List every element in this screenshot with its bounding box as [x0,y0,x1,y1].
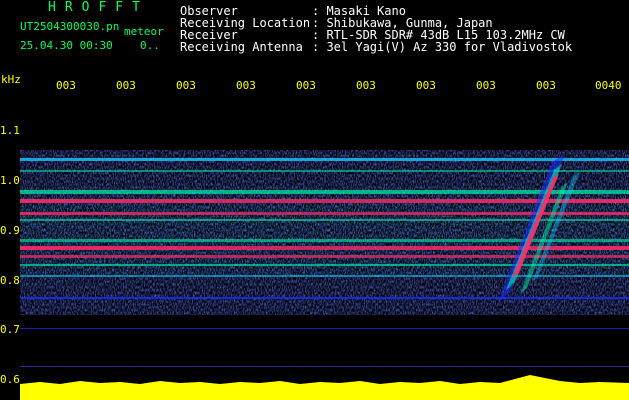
spectrogram-panel [20,150,629,400]
filename-label: UT2504300030.pn [20,20,120,33]
x-tick-label: 003 [116,79,136,92]
mode-label: meteor [124,25,164,38]
y-tick-label: 0.6 [0,373,20,386]
x-tick-label: 003 [296,79,316,92]
x-tick-label: 003 [176,79,196,92]
x-tick-label: 003 [356,79,376,92]
power-bar [20,375,629,400]
x-tick-label: 003 [56,79,76,92]
x-tick-label: 003 [416,79,436,92]
power-baseline-line [20,366,629,367]
datetime-extra-label: 0.. [140,39,160,52]
datetime-label: 25.04.30 00:30 [20,39,113,52]
y-tick-label: 0.7 [0,323,20,336]
x-tick-label: 003 [236,79,256,92]
y-tick-label: 0.9 [0,224,20,237]
antenna-value: : 3el Yagi(V) Az 330 for Vladivostok [312,40,573,54]
y-tick-label: 0.8 [0,274,20,287]
x-tick-label: 003 [476,79,496,92]
x-tick-label: 0040 [595,79,622,92]
khz-axis-label: kHz [1,73,21,86]
antenna-label: Receiving Antenna [180,40,303,54]
y-tick-label: 1.1 [0,124,20,137]
hrofft-title: HROFFT [48,0,149,15]
y-tick-label: 1.0 [0,174,20,187]
x-tick-label: 003 [536,79,556,92]
